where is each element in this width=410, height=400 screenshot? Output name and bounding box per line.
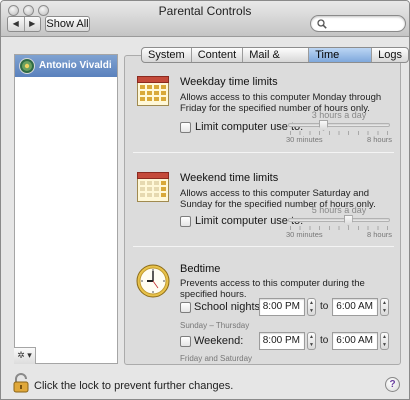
school-nights-checkbox[interactable] [180,302,191,313]
weekend-bedtime-row: Weekend: 8:00 PM ▲ ▼ to 6:00 AM ▲ ▼ [180,332,400,352]
to-label: to [320,301,329,312]
tab-time-limits[interactable]: Time Limits [308,48,372,62]
weekday-slider-min: 30 minutes [286,135,323,144]
tab-mail-ichat[interactable]: Mail & iChat [242,48,308,62]
search-field[interactable] [310,15,406,32]
gear-menu-button[interactable]: ✲ ▾ [14,347,36,364]
weekday-limit-row: Limit computer use to: [180,121,303,133]
weekend-slider-track[interactable] [288,218,390,222]
tab-system[interactable]: System [142,48,191,62]
section-divider [133,152,394,153]
weekend-title: Weekend time limits [180,172,279,184]
calendar-weekend-icon [137,172,169,202]
weekend-slider-value: 5 hours a day [311,205,367,215]
calendar-weekday-icon [137,76,169,106]
user-name: Antonio Vivaldi [39,60,112,71]
weekend-from-stepper[interactable]: ▲ ▼ [307,332,316,350]
school-nights-to-stepper[interactable]: ▲ ▼ [380,298,389,316]
school-nights-from-field[interactable]: 8:00 PM [259,298,305,316]
parental-controls-window: Parental Controls ◀ ▶ Show All Antonio V… [0,0,410,400]
weekend-bedtime-days: Friday and Saturday [180,354,253,363]
time-limits-panel: Weekday time limits Allows access to thi… [124,55,401,365]
weekend-slider[interactable]: 5 hours a day 30 minutes 8 hours [286,205,392,239]
weekend-bedtime-checkbox[interactable] [180,336,191,347]
weekend-bedtime-label: Weekend: [194,335,244,347]
user-list-item[interactable]: Antonio Vivaldi [15,55,117,77]
weekday-slider-thumb[interactable] [319,120,328,131]
school-nights-to-field[interactable]: 6:00 AM [332,298,378,316]
weekend-slider-max: 8 hours [366,230,392,239]
weekend-from-field[interactable]: 8:00 PM [259,332,305,350]
weekday-limit-checkbox[interactable] [180,121,191,133]
weekday-slider[interactable]: 3 hours a day 30 minutes 8 hours [286,110,392,144]
weekend-to-field[interactable]: 6:00 AM [332,332,378,350]
bedtime-title: Bedtime [180,263,221,275]
tab-bar: System Content Mail & iChat Time Limits … [141,47,409,63]
to-label: to [320,335,329,346]
weekend-slider-min: 30 minutes [286,230,323,239]
weekend-limit-checkbox[interactable] [180,215,191,227]
section-divider [133,246,394,247]
forward-arrow-icon[interactable]: ▶ [23,17,41,31]
tab-logs[interactable]: Logs [371,48,408,62]
user-list: Antonio Vivaldi [14,54,118,364]
back-arrow-icon[interactable]: ◀ [8,17,24,31]
school-nights-label: School nights: [194,301,264,313]
show-all-button[interactable]: Show All [45,16,90,32]
titlebar: Parental Controls ◀ ▶ Show All [1,1,409,37]
search-icon [317,19,327,29]
bedtime-description: Prevents access to this computer during … [180,278,365,300]
weekend-slider-thumb[interactable] [343,215,353,226]
school-nights-row: School nights: 8:00 PM ▲ ▼ to 6:00 AM ▲ ▼ [180,298,400,318]
weekday-slider-track[interactable] [288,123,390,127]
school-nights-days: Sunday – Thursday [180,321,250,330]
nav-back-forward: ◀ ▶ [7,16,41,32]
weekday-slider-max: 8 hours [366,135,392,144]
help-button[interactable]: ? [385,377,400,392]
weekday-slider-value: 3 hours a day [311,110,367,120]
lock-message: Click the lock to prevent further change… [34,380,234,392]
lock-icon[interactable] [12,373,30,393]
clock-icon [136,264,170,298]
user-avatar-icon [19,58,35,74]
weekend-to-stepper[interactable]: ▲ ▼ [380,332,389,350]
school-nights-from-stepper[interactable]: ▲ ▼ [307,298,316,316]
tab-content[interactable]: Content [190,48,243,62]
weekend-limit-row: Limit computer use to: [180,215,303,227]
weekday-title: Weekday time limits [180,76,278,88]
